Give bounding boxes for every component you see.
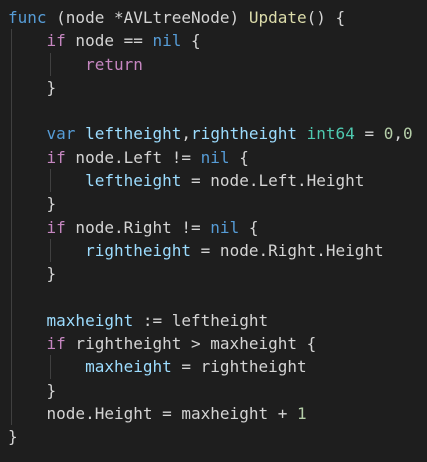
code-token: = node.Left.Height [181, 171, 365, 191]
code-token: , [181, 124, 192, 144]
indent-guide [11, 169, 12, 193]
code-line[interactable]: if rightheight > maxheight { [0, 332, 427, 356]
indent-guide [11, 308, 12, 333]
code-token: func [8, 8, 47, 27]
indent-guide [11, 238, 12, 263]
indent-guide [11, 332, 12, 356]
code-token: { [181, 31, 201, 51]
code-token: } [8, 380, 57, 400]
code-token: rightheight [191, 124, 298, 144]
code-token: nil [210, 217, 240, 237]
code-editor[interactable]: func (node *AVLtreeNode) Update() { if n… [0, 0, 427, 462]
code-line[interactable]: maxheight = rightheight [0, 355, 427, 379]
code-token: } [8, 264, 57, 284]
code-token: } [8, 77, 57, 97]
indent-guide [50, 169, 51, 193]
code-line[interactable]: } [0, 262, 427, 286]
code-token: leftheight [85, 171, 182, 191]
indent-guide [50, 238, 51, 263]
code-line[interactable]: rightheight = node.Right.Height [0, 238, 427, 263]
code-line[interactable]: func (node *AVLtreeNode) Update() { [0, 6, 427, 29]
code-line[interactable]: return [0, 52, 427, 76]
code-token: nil [152, 31, 182, 51]
code-line[interactable]: } [0, 192, 427, 216]
code-token: var [46, 124, 76, 144]
indent-guide [11, 145, 12, 170]
code-token: 1 [296, 404, 307, 424]
code-token: return [85, 54, 143, 74]
code-line[interactable]: if node.Left != nil { [0, 145, 427, 170]
indent-guide [11, 355, 12, 379]
code-token: nil [200, 147, 230, 167]
indent-guide [11, 52, 12, 76]
code-token: node.Right != [65, 217, 211, 237]
code-line[interactable]: var leftheight,rightheight int64 = 0,0 [0, 122, 427, 146]
code-token: () { [306, 8, 346, 27]
code-token: := leftheight [133, 310, 269, 330]
indent-guide [11, 402, 12, 426]
code-line[interactable]: } [0, 378, 427, 403]
code-token: = node.Right.Height [191, 240, 384, 260]
code-line[interactable] [0, 99, 427, 123]
code-token: } [8, 427, 18, 447]
code-token: } [8, 194, 57, 214]
indent-guide [11, 378, 12, 403]
code-line[interactable]: } [0, 425, 427, 448]
indent-guide [11, 75, 12, 100]
code-token: (node *AVLtreeNode) [46, 8, 249, 27]
code-line[interactable]: leftheight = node.Left.Height [0, 169, 427, 193]
indent-guide [11, 262, 12, 286]
code-token: { [239, 217, 259, 237]
code-token: node.Left != [65, 147, 201, 167]
code-token: leftheight [85, 124, 182, 144]
code-token: = rightheight [171, 357, 307, 377]
indent-guide [11, 285, 12, 309]
code-token: 0 [403, 124, 413, 144]
code-token: maxheight [46, 310, 134, 330]
indent-guide [11, 122, 12, 146]
indent-guide [50, 52, 51, 76]
code-line[interactable]: if node.Right != nil { [0, 215, 427, 239]
code-token: if [46, 147, 66, 167]
code-token: if [46, 334, 66, 354]
code-token: { [229, 147, 249, 167]
code-token: node == [65, 31, 153, 51]
code-token: Update [248, 8, 307, 27]
indent-guide [11, 99, 12, 123]
indent-guide [11, 215, 12, 239]
code-line[interactable]: maxheight := leftheight [0, 308, 427, 333]
code-token: int64 [306, 124, 355, 144]
code-token: , [393, 124, 404, 144]
indent-guide [50, 355, 51, 379]
code-token: = [354, 124, 384, 144]
code-line[interactable]: if node == nil { [0, 29, 427, 53]
code-token: maxheight [85, 357, 172, 377]
code-line[interactable]: node.Height = maxheight + 1 [0, 402, 427, 426]
code-token: 0 [383, 124, 394, 144]
code-token: node.Height = maxheight + [8, 404, 297, 424]
code-token: rightheight > maxheight { [65, 334, 317, 354]
code-line[interactable] [0, 285, 427, 309]
code-token: if [46, 217, 66, 237]
indent-guide [11, 29, 12, 53]
indent-guide [11, 192, 12, 216]
code-line[interactable]: } [0, 75, 427, 100]
code-token: if [46, 31, 66, 51]
code-token: rightheight [85, 240, 192, 260]
